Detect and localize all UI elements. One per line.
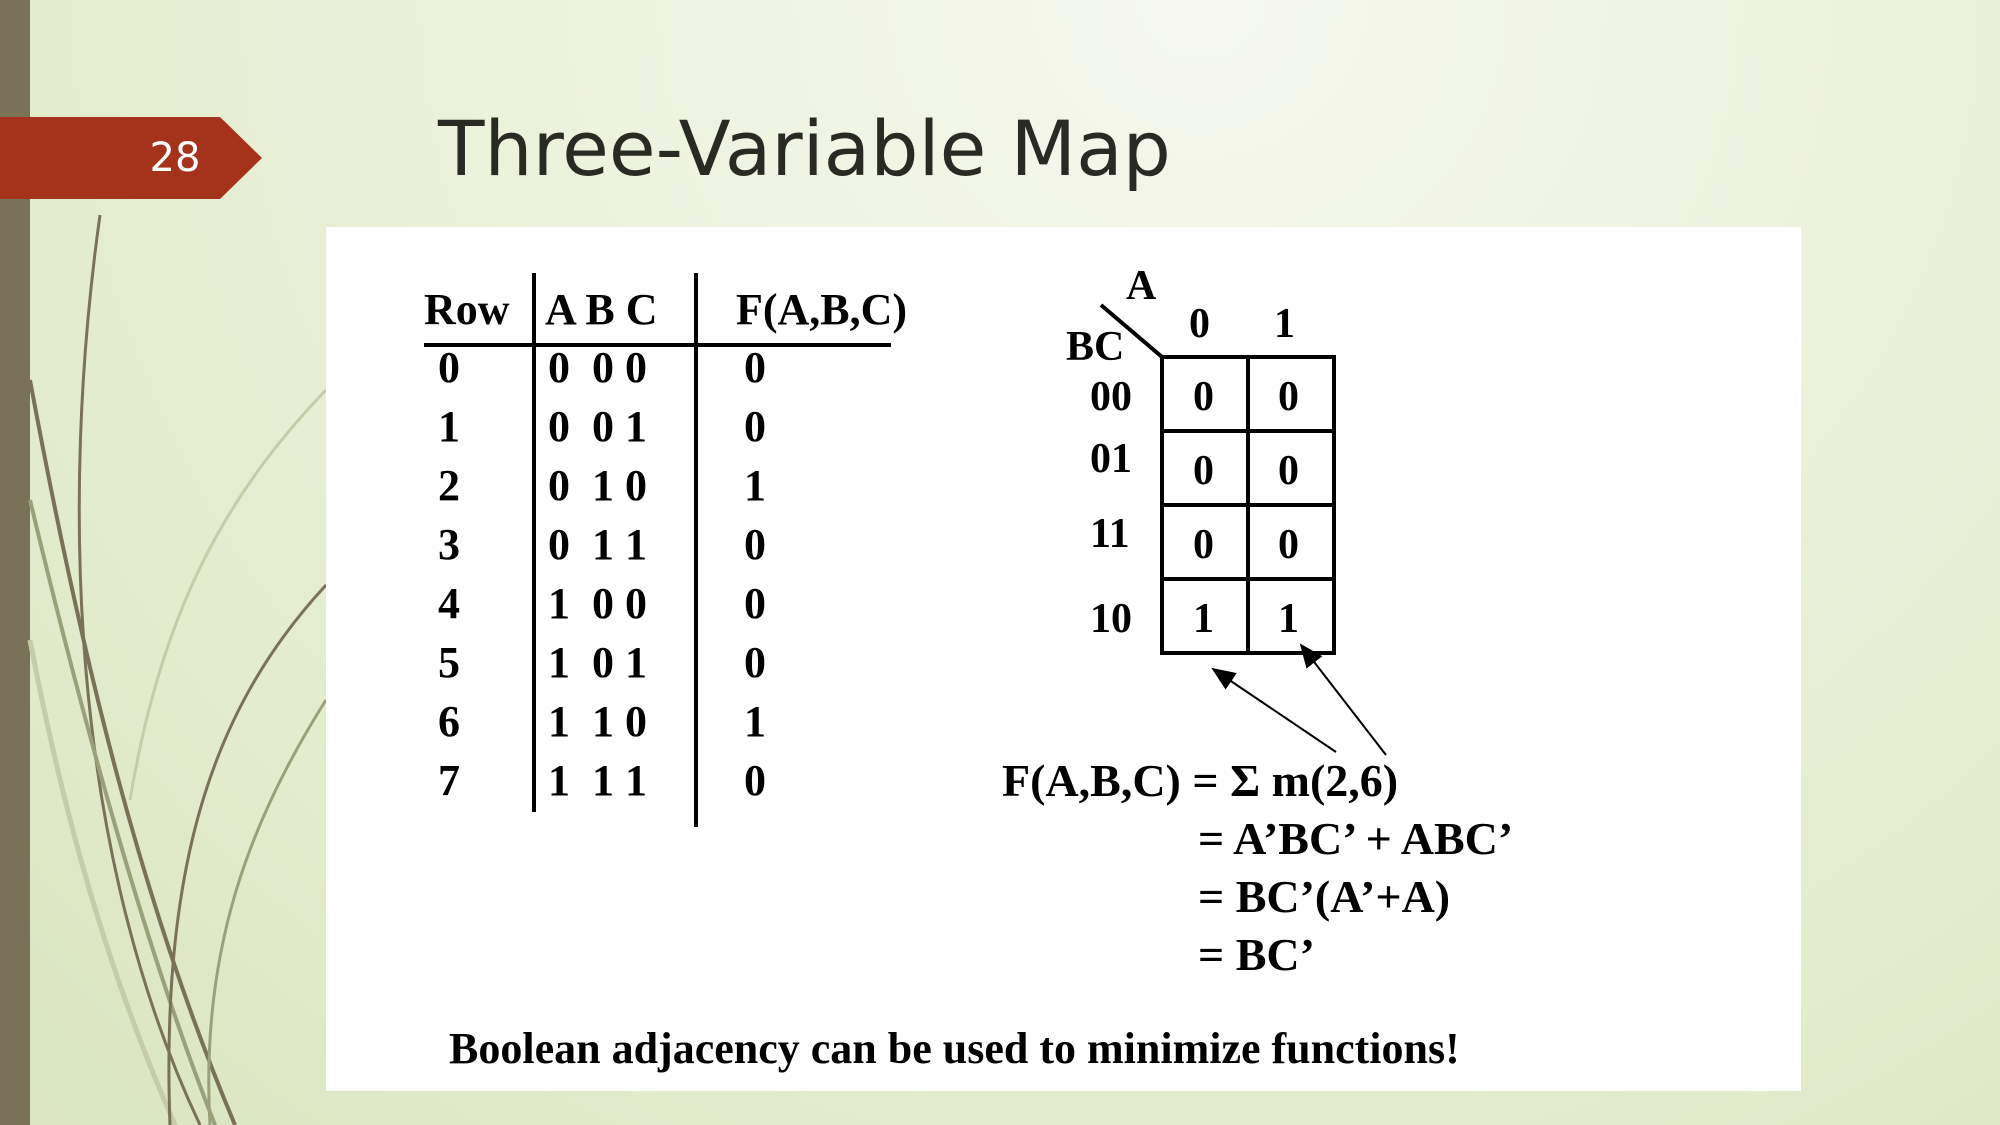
kmap-cell: 0 — [1193, 522, 1214, 568]
kmap-cell: 0 — [1193, 448, 1214, 494]
row-output: 1 — [744, 697, 766, 746]
row-output: 0 — [744, 638, 766, 687]
table-row: 4 1 0 0 0 — [438, 579, 766, 628]
table-header-f: F(A,B,C) — [736, 285, 907, 334]
row-inputs: 0 0 1 — [548, 402, 647, 451]
kmap-figure: Row A B C F(A,B,C) 0 0 0 0 0 1 0 0 1 0 2… — [326, 227, 1801, 1091]
footer-note: Boolean adjacency can be used to minimiz… — [449, 1024, 1460, 1073]
equation-line: = BC’ — [1198, 929, 1315, 980]
kmap-cell: 1 — [1193, 596, 1214, 642]
row-number: 7 — [438, 756, 460, 805]
table-row: 7 1 1 1 0 — [438, 756, 766, 805]
table-header-row: Row — [424, 285, 510, 334]
row-inputs: 0 1 1 — [548, 520, 647, 569]
row-output: 0 — [744, 343, 766, 392]
equation-line: = BC’(A’+A) — [1198, 871, 1450, 922]
kmap-cell: 0 — [1278, 448, 1299, 494]
table-row: 5 1 0 1 0 — [438, 638, 766, 687]
row-number: 6 — [438, 697, 460, 746]
kmap-cell: 0 — [1278, 522, 1299, 568]
kmap-row-label: 01 — [1090, 436, 1132, 482]
figure-canvas: Row A B C F(A,B,C) 0 0 0 0 0 1 0 0 1 0 2… — [424, 263, 1513, 1073]
minterm-arrow — [1299, 643, 1387, 756]
row-inputs: 0 1 0 — [548, 461, 647, 510]
kmap-cell: 0 — [1193, 374, 1214, 420]
table-header-abc: A B C — [545, 285, 657, 334]
kmap-grid — [1160, 355, 1336, 655]
row-inputs: 1 1 0 — [548, 697, 647, 746]
equations: F(A,B,C) = Σ m(2,6) = A’BC’ + ABC’ = BC’… — [1002, 755, 1513, 980]
row-output: 0 — [744, 520, 766, 569]
kmap-row-label: 11 — [1090, 511, 1130, 557]
row-output: 0 — [744, 579, 766, 628]
row-inputs: 1 0 1 — [548, 638, 647, 687]
slide-number: 28 — [149, 135, 201, 181]
kmap-column-variable: A — [1126, 263, 1157, 309]
slide-number-badge: 28 — [0, 117, 262, 199]
row-inputs: 1 1 1 — [548, 756, 647, 805]
table-row: 6 1 1 0 1 — [438, 697, 766, 746]
kmap-row-variable: BC — [1066, 324, 1124, 370]
kmap-row-label: 10 — [1090, 596, 1132, 642]
kmap-cell: 0 — [1278, 374, 1299, 420]
row-number: 2 — [438, 461, 460, 510]
table-row: 1 0 0 1 0 — [438, 402, 766, 451]
row-output: 0 — [744, 402, 766, 451]
row-inputs: 1 0 0 — [548, 579, 647, 628]
row-number: 5 — [438, 638, 460, 687]
slide-title: Three-Variable Map — [438, 104, 1171, 193]
row-number: 3 — [438, 520, 460, 569]
kmap-cell: 1 — [1278, 596, 1299, 642]
kmap-row-label: 00 — [1090, 374, 1132, 420]
table-row: 0 0 0 0 0 — [438, 343, 766, 392]
table-row: 3 0 1 1 0 — [438, 520, 766, 569]
karnaugh-map: A BC 0 1 00 01 11 10 0 0 0 0 0 0 1 1 — [1066, 263, 1387, 756]
row-inputs: 0 0 0 — [548, 343, 647, 392]
equation-line: = A’BC’ + ABC’ — [1198, 813, 1513, 864]
truth-table: Row A B C F(A,B,C) 0 0 0 0 0 1 0 0 1 0 2… — [424, 273, 907, 827]
row-number: 0 — [438, 343, 460, 392]
minterm-arrow — [1211, 667, 1337, 753]
equation-line: F(A,B,C) = Σ m(2,6) — [1002, 755, 1398, 806]
kmap-column-label: 1 — [1274, 301, 1295, 347]
table-row: 2 0 1 0 1 — [438, 461, 766, 510]
row-output: 1 — [744, 461, 766, 510]
row-number: 4 — [438, 579, 460, 628]
row-number: 1 — [438, 402, 460, 451]
row-output: 0 — [744, 756, 766, 805]
kmap-column-label: 0 — [1189, 301, 1210, 347]
